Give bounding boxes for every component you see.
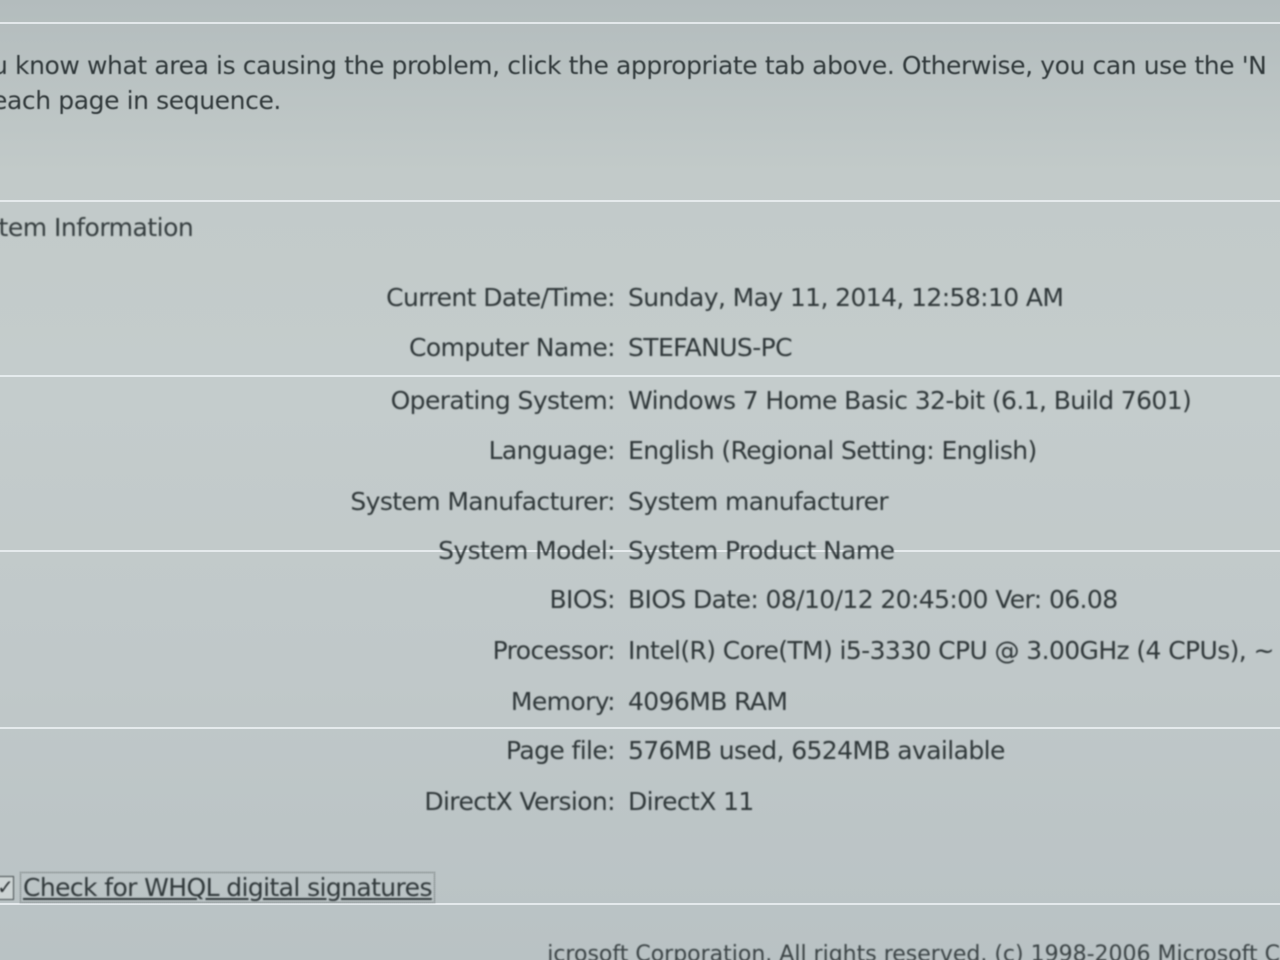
intro-line-1: u know what area is causing the problem,… — [0, 51, 1267, 80]
info-row-page-file: Page file: 576MB used, 6524MB available — [0, 736, 1280, 770]
info-row-language: Language: English (Regional Setting: Eng… — [0, 436, 1280, 470]
whql-checkbox-label[interactable]: Check for WHQL digital signatures — [20, 872, 435, 903]
info-value: 4096MB RAM — [628, 687, 788, 716]
info-label: DirectX Version: — [424, 787, 615, 816]
intro-line-2: each page in sequence. — [0, 86, 281, 115]
info-label: System Manufacturer: — [350, 487, 615, 516]
info-label: Operating System: — [390, 386, 616, 415]
info-value: BIOS Date: 08/10/12 20:45:00 Ver: 06.08 — [628, 585, 1118, 614]
info-row-processor: Processor: Intel(R) Core(TM) i5-3330 CPU… — [0, 636, 1280, 670]
info-value: English (Regional Setting: English) — [628, 436, 1037, 465]
screen-scanline — [0, 903, 1280, 905]
whql-check-option[interactable]: ✓ Check for WHQL digital signatures — [0, 872, 435, 903]
info-label: Computer Name: — [408, 333, 616, 362]
info-label: Processor: — [492, 636, 616, 665]
screen-scanline — [0, 22, 1280, 24]
info-row-operating-system: Operating System: Windows 7 Home Basic 3… — [0, 386, 1280, 420]
info-value: Windows 7 Home Basic 32-bit (6.1, Build … — [628, 386, 1192, 415]
info-label: Page file: — [506, 736, 616, 765]
info-value: Intel(R) Core(TM) i5-3330 CPU @ 3.00GHz … — [628, 636, 1274, 665]
screen-scanline — [0, 727, 1280, 729]
copyright-text: icrosoft Corporation. All rights reserve… — [547, 942, 1280, 960]
info-label: Current Date/Time: — [386, 283, 615, 312]
info-label: Language: — [488, 436, 616, 465]
whql-checkbox[interactable]: ✓ — [0, 874, 14, 900]
info-label: Memory: — [510, 687, 616, 716]
intro-text: u know what area is causing the problem,… — [0, 48, 1267, 118]
checkmark-icon: ✓ — [0, 874, 14, 899]
dxdiag-system-tab: u know what area is causing the problem,… — [0, 0, 1280, 960]
info-row-memory: Memory: 4096MB RAM — [0, 687, 1280, 721]
info-value: System manufacturer — [628, 487, 889, 516]
screen-scanline — [0, 200, 1280, 202]
info-label: System Model: — [438, 536, 615, 565]
info-row-computer-name: Computer Name: STEFANUS-PC — [0, 333, 1280, 367]
info-value: System Product Name — [628, 536, 895, 565]
info-value: Sunday, May 11, 2014, 12:58:10 AM — [628, 283, 1064, 312]
info-value: STEFANUS-PC — [628, 333, 793, 362]
info-row-bios: BIOS: BIOS Date: 08/10/12 20:45:00 Ver: … — [0, 585, 1280, 619]
system-information-group-label: stem Information — [0, 213, 194, 242]
info-value: 576MB used, 6524MB available — [628, 736, 1005, 765]
info-row-system-model: System Model: System Product Name — [0, 536, 1280, 570]
screen-scanline — [0, 375, 1280, 377]
info-label: BIOS: — [549, 585, 616, 614]
info-row-current-datetime: Current Date/Time: Sunday, May 11, 2014,… — [0, 283, 1280, 317]
info-row-directx-version: DirectX Version: DirectX 11 — [0, 787, 1280, 821]
info-value: DirectX 11 — [628, 787, 754, 816]
info-row-system-manufacturer: System Manufacturer: System manufacturer — [0, 487, 1280, 521]
